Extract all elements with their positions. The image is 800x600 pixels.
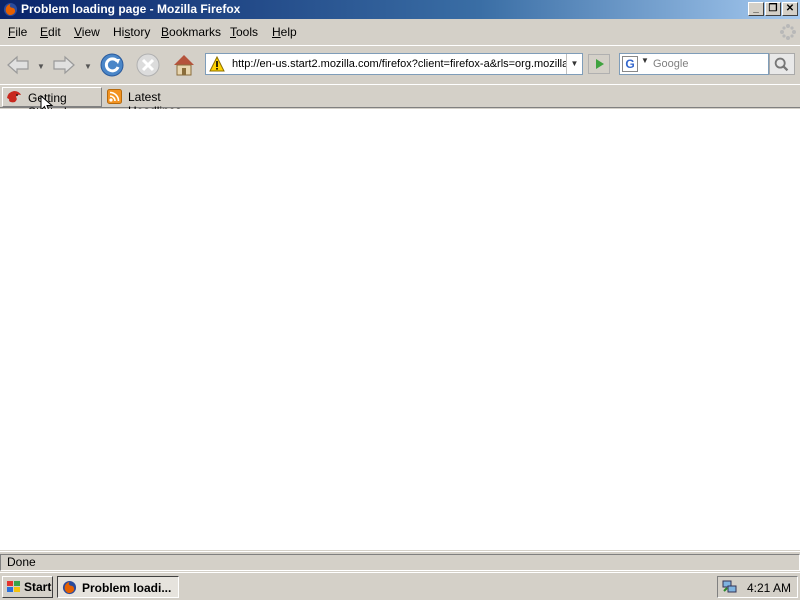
url-bar[interactable]: http://en-us.start2.mozilla.com/firefox?…: [205, 53, 583, 75]
menu-help[interactable]: Help: [272, 25, 297, 39]
menu-history[interactable]: History: [113, 25, 150, 39]
throbber-icon: [780, 24, 796, 40]
menu-help-accel: H: [272, 25, 281, 39]
menu-history-pre: Hi: [113, 25, 125, 39]
warning-icon: [209, 56, 225, 72]
menu-edit-label: dit: [48, 25, 61, 39]
menu-history-label: tory: [130, 25, 151, 39]
menu-tools-label: ools: [236, 25, 259, 39]
menu-bookmarks-accel: B: [161, 25, 170, 39]
back-arrow-icon[interactable]: [4, 51, 32, 79]
taskbar: Start Problem loadi... 4:21 AM: [0, 572, 800, 600]
search-placeholder: Google: [653, 58, 689, 70]
restore-button[interactable]: ❐: [765, 2, 781, 16]
go-icon[interactable]: [588, 54, 610, 74]
search-box[interactable]: G ▼ Google: [619, 53, 769, 75]
windows-logo-icon: [7, 581, 20, 592]
home-icon[interactable]: [170, 51, 198, 79]
stop-icon[interactable]: [134, 51, 162, 79]
title-bar[interactable]: Problem loading page - Mozilla Firefox _…: [0, 0, 800, 19]
url-history-dropdown-icon[interactable]: ▼: [566, 54, 582, 74]
firefox-logo-icon: [7, 91, 21, 103]
menu-edit[interactable]: Edit: [40, 25, 61, 39]
reload-icon[interactable]: [98, 51, 126, 79]
status-bar: Done: [0, 551, 800, 572]
forward-history-dropdown-icon[interactable]: ▼: [84, 62, 92, 71]
search-engine-icon[interactable]: G: [622, 56, 638, 72]
close-button[interactable]: ✕: [782, 2, 798, 16]
bookmark-latest-headlines[interactable]: Latest Headlines: [104, 87, 214, 118]
menu-tools[interactable]: Tools: [230, 25, 258, 39]
menu-view-accel: V: [74, 25, 82, 39]
menu-file[interactable]: File: [8, 25, 27, 39]
rss-feed-icon: [107, 89, 122, 104]
status-text: Done: [0, 554, 800, 571]
menu-view[interactable]: View: [74, 25, 100, 39]
firefox-icon: [3, 2, 18, 17]
url-text[interactable]: http://en-us.start2.mozilla.com/firefox?…: [232, 58, 567, 70]
menu-bookmarks[interactable]: Bookmarks: [161, 25, 221, 39]
firefox-icon: [62, 580, 77, 595]
menu-view-label: iew: [81, 25, 100, 39]
start-button[interactable]: Start: [2, 576, 53, 598]
menu-file-label: ile: [15, 25, 28, 39]
page-content[interactable]: [0, 109, 800, 550]
back-history-dropdown-icon[interactable]: ▼: [37, 62, 45, 71]
minimize-button[interactable]: _: [748, 2, 764, 16]
menu-edit-accel: E: [40, 25, 49, 39]
system-tray: 4:21 AM: [717, 576, 798, 598]
menu-help-label: elp: [280, 25, 297, 39]
taskbar-item-firefox[interactable]: Problem loadi...: [57, 576, 179, 598]
taskbar-item-label: Problem loadi...: [82, 581, 172, 595]
start-label: Start: [24, 580, 52, 594]
window-title: Problem loading page - Mozilla Firefox: [21, 2, 241, 16]
search-engine-dropdown-icon[interactable]: ▼: [641, 56, 649, 65]
network-icon[interactable]: [722, 579, 738, 595]
bookmarks-toolbar: Getting Started Latest Headlines: [0, 84, 800, 119]
clock[interactable]: 4:21 AM: [747, 581, 791, 595]
menu-bookmarks-label: ookmarks: [169, 25, 222, 39]
menu-bar: File Edit View History Bookmarks Tools H…: [0, 20, 800, 44]
search-icon[interactable]: [769, 53, 795, 75]
forward-arrow-icon[interactable]: [50, 51, 78, 79]
